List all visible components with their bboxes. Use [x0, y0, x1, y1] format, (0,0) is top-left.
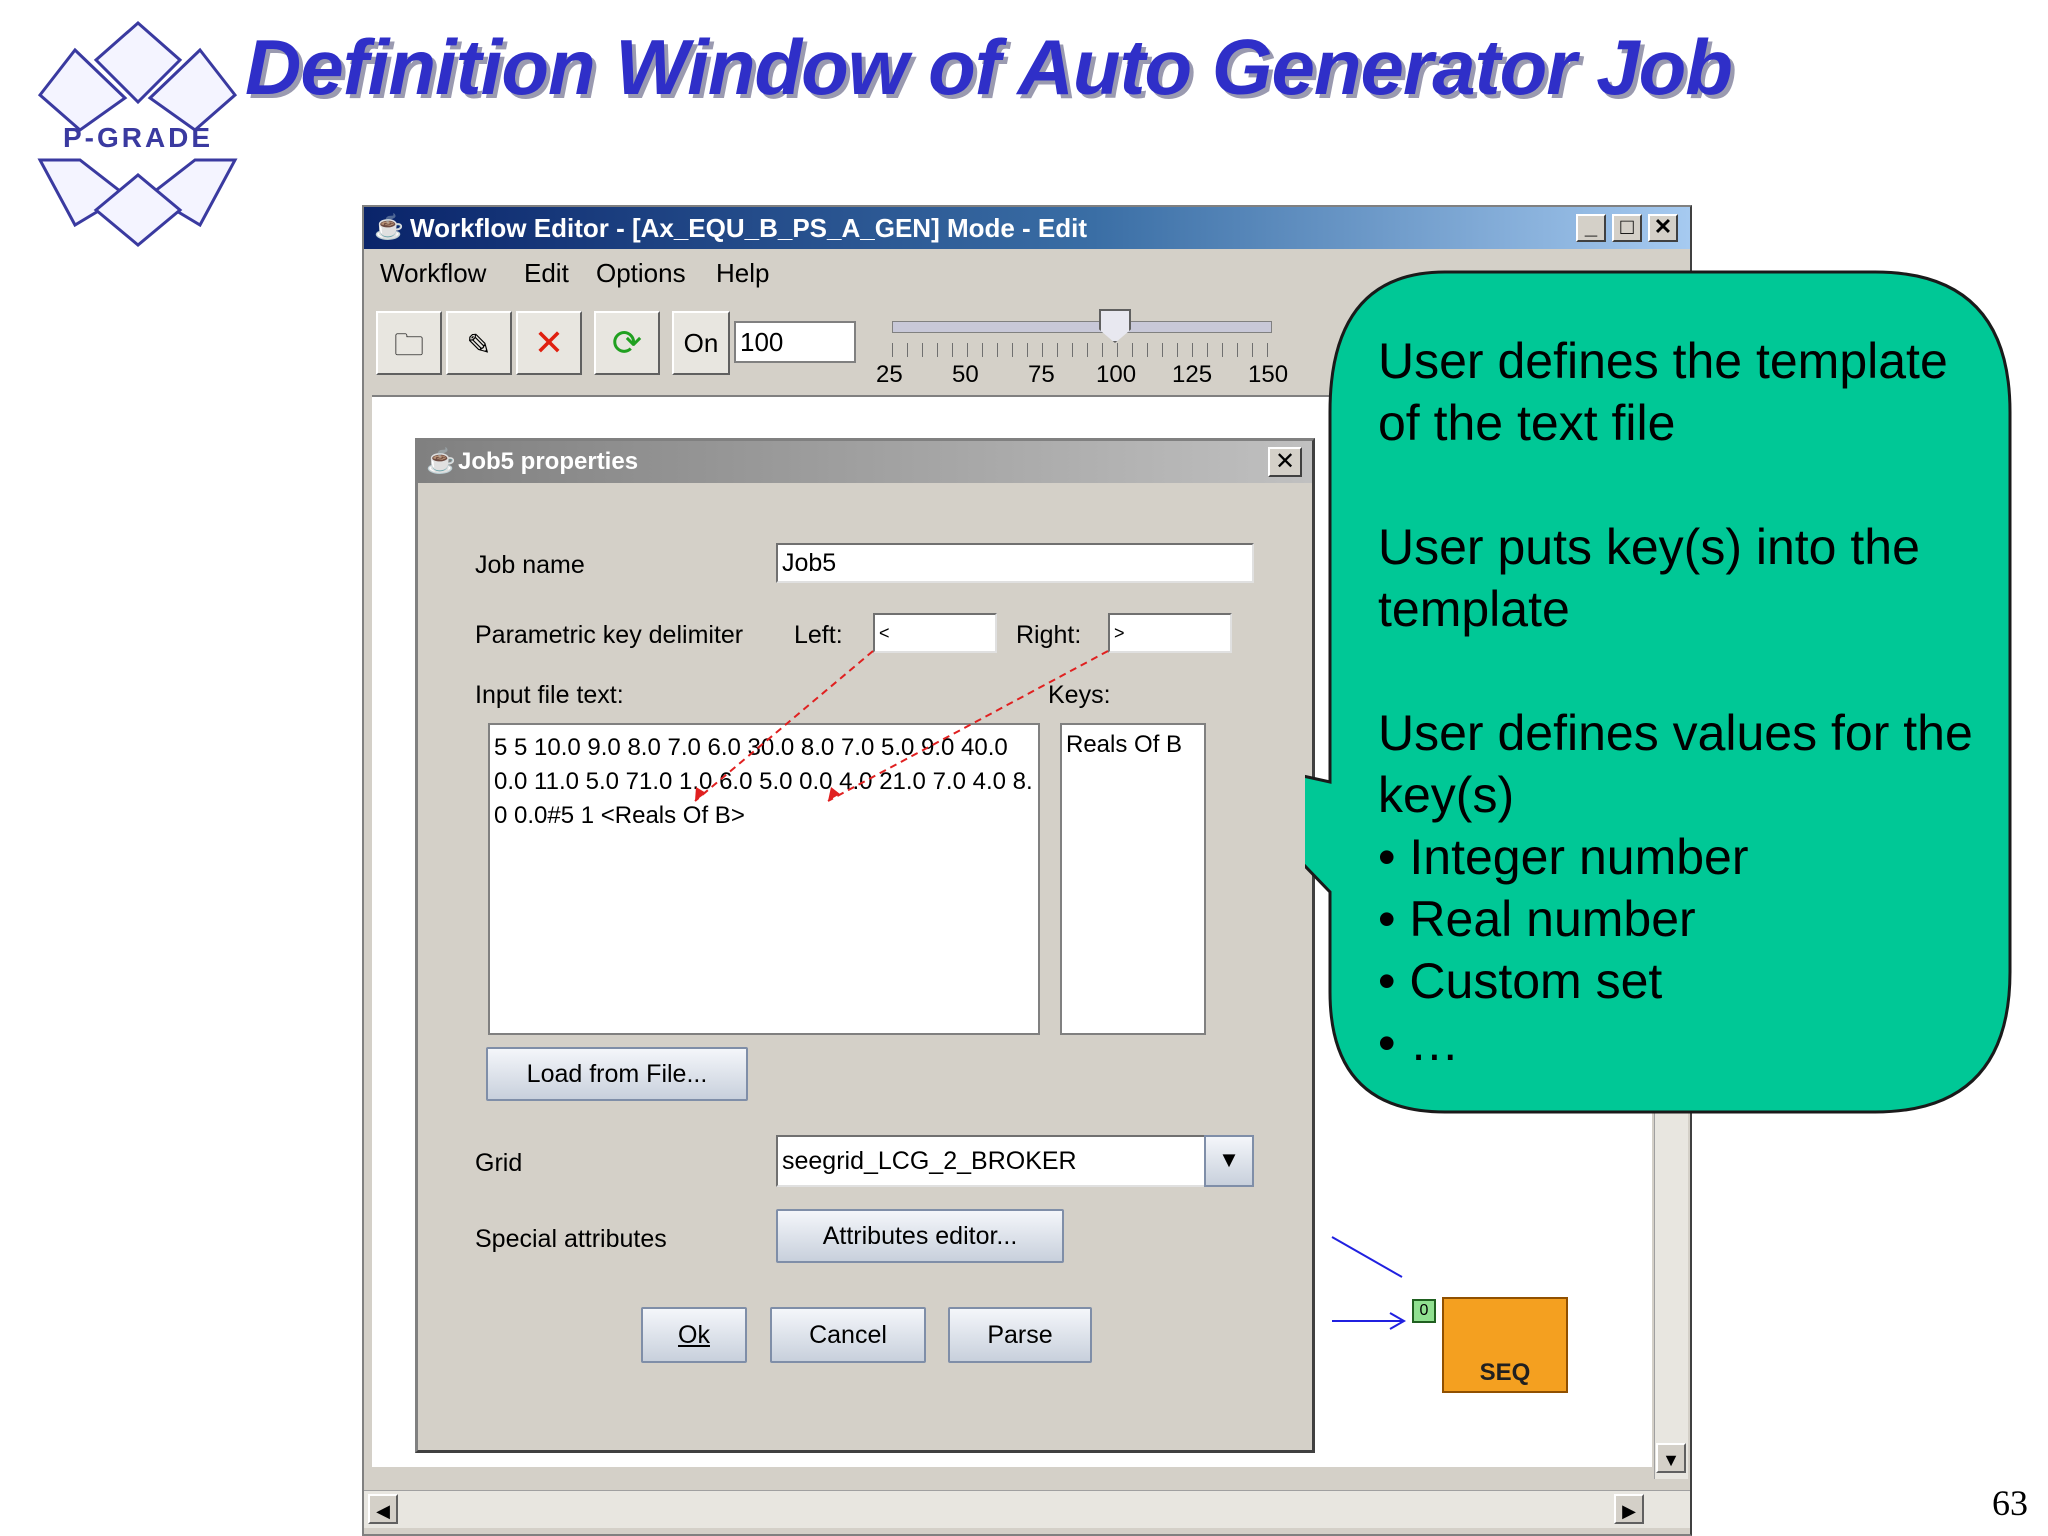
seq-job-label: SEQ [1479, 1359, 1531, 1386]
callout-bullet: • Real number [1378, 891, 1696, 947]
callout-bullet: • … [1378, 1015, 1460, 1071]
load-from-file-button[interactable]: Load from File... [486, 1047, 748, 1101]
menu-edit[interactable]: Edit [524, 258, 569, 289]
slide-title: Definition Window of Auto Generator Job [245, 23, 1733, 111]
maximize-button[interactable]: □ [1612, 214, 1642, 242]
special-attributes-label: Special attributes [475, 1225, 667, 1253]
seq-job-node[interactable]: SEQ [1442, 1297, 1568, 1393]
parse-button[interactable]: Parse [948, 1307, 1092, 1363]
window-titlebar[interactable]: ☕ Workflow Editor - [Ax_EQU_B_PS_A_GEN] … [364, 207, 1690, 249]
callout-paragraph: User defines values for the key(s) [1378, 705, 1973, 823]
horizontal-scrollbar[interactable]: ◀ ▶ [364, 1490, 1690, 1528]
dropdown-arrow-icon[interactable]: ▼ [1204, 1135, 1254, 1187]
scroll-down-arrow-icon[interactable]: ▼ [1656, 1443, 1686, 1473]
attributes-editor-button[interactable]: Attributes editor... [776, 1209, 1064, 1263]
job-properties-dialog: ☕ Job5 properties ✕ Job name Job5 Parame… [415, 438, 1315, 1453]
callout-bullet: • Custom set [1378, 953, 1663, 1009]
bullet-text: … [1409, 1015, 1460, 1071]
open-workflow-button[interactable]: 🗀 [376, 311, 442, 375]
delimiter-arrows [694, 650, 1109, 802]
menu-options[interactable]: Options [596, 258, 686, 289]
slider-tick-label: 50 [952, 361, 979, 388]
callout-paragraph: User defines the template of the text fi… [1378, 333, 1948, 451]
menu-help[interactable]: Help [716, 258, 769, 289]
callout-bullet: • Integer number [1378, 829, 1749, 885]
refresh-icon: ⟳ [611, 322, 643, 363]
page-number: 63 [1992, 1483, 2028, 1523]
delete-button[interactable]: ✕ [516, 311, 582, 375]
window-title: Workflow Editor - [Ax_EQU_B_PS_A_GEN] Mo… [410, 213, 1088, 243]
save-icon: ✎ [466, 329, 492, 362]
zoom-slider-thumb[interactable] [1099, 309, 1131, 343]
scroll-right-arrow-icon[interactable]: ▶ [1614, 1494, 1644, 1524]
bullet-text: Custom set [1409, 953, 1663, 1009]
slider-tick-label: 100 [1096, 361, 1137, 388]
slider-tick-label: 25 [876, 361, 903, 388]
red-x-icon: ✕ [533, 322, 565, 363]
save-workflow-button[interactable]: ✎ [446, 311, 512, 375]
bullet-text: Integer number [1409, 829, 1749, 885]
grid-select[interactable]: seegrid_LCG_2_BROKER [776, 1135, 1254, 1187]
bullet-text: Real number [1409, 891, 1696, 947]
slider-ticks [892, 343, 1272, 357]
slider-tick-label: 75 [1028, 361, 1055, 388]
slider-tick-label: 150 [1248, 361, 1289, 388]
callout-paragraph: User puts key(s) into the template [1378, 519, 1920, 637]
ok-button[interactable]: Ok [641, 1307, 747, 1363]
zoom-slider-track[interactable] [892, 321, 1272, 333]
refresh-button[interactable]: ⟳ [594, 311, 660, 375]
on-toggle-button[interactable]: On [672, 311, 730, 375]
logo-text: P-GRADE [62, 122, 214, 153]
input-port[interactable]: 0 [1412, 1299, 1436, 1323]
grid-label: Grid [475, 1149, 523, 1177]
cancel-button[interactable]: Cancel [770, 1307, 926, 1363]
zoom-input[interactable]: 100 [734, 321, 856, 363]
close-button[interactable]: ✕ [1648, 214, 1678, 242]
java-cup-icon: ☕ [374, 214, 404, 241]
scroll-left-arrow-icon[interactable]: ◀ [368, 1494, 398, 1524]
menu-workflow[interactable]: Workflow [380, 258, 486, 289]
pgrade-logo: P-GRADE [30, 20, 245, 250]
minimize-button[interactable]: _ [1576, 214, 1606, 242]
open-folder-icon: 🗀 [394, 329, 424, 362]
callout-text: User defines the template of the text fi… [1378, 330, 1998, 1074]
slider-tick-label: 125 [1172, 361, 1213, 388]
